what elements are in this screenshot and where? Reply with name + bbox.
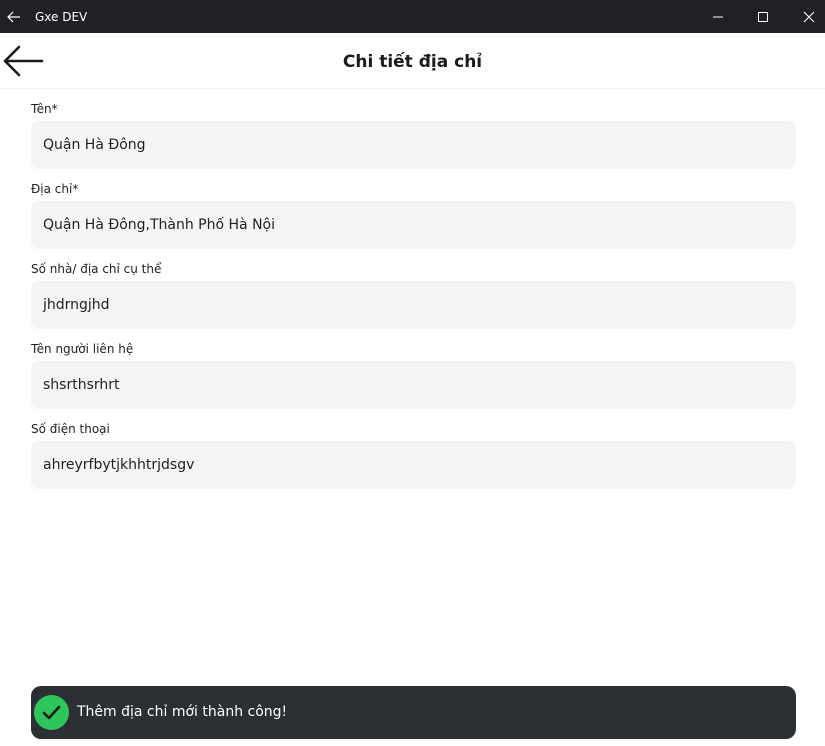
close-button[interactable]: [786, 0, 825, 33]
maximize-icon: [758, 12, 768, 22]
close-icon: [803, 11, 815, 23]
house-number-value: jhdrngjhd: [43, 297, 110, 313]
contact-name-value: shsrthsrhrt: [43, 377, 120, 393]
check-circle-icon: [34, 695, 69, 730]
success-toast: Thêm địa chỉ mới thành công!: [31, 686, 796, 739]
page-title: Chi tiết địa chỉ: [342, 52, 483, 72]
address-value: Quận Hà Đông,Thành Phố Hà Nội: [43, 217, 275, 233]
phone-value: ahreyrfbytjkhhtrjdsgv: [43, 457, 195, 473]
minimize-icon: [713, 16, 723, 18]
address-label: Địa chỉ*: [31, 182, 79, 196]
window-title: Gxe DEV: [35, 10, 88, 24]
contact-name-field[interactable]: shsrthsrhrt: [31, 361, 796, 409]
minimize-button[interactable]: [695, 0, 741, 33]
phone-label: Số điện thoại: [31, 422, 110, 436]
house-number-label: Số nhà/ địa chỉ cụ thể: [31, 262, 162, 276]
toast-message: Thêm địa chỉ mới thành công!: [77, 704, 288, 720]
titlebar-back-icon[interactable]: [4, 7, 24, 27]
address-field[interactable]: Quận Hà Đông,Thành Phố Hà Nội: [31, 201, 796, 249]
name-label: Tên*: [31, 102, 58, 116]
window-titlebar: Gxe DEV: [0, 0, 825, 33]
name-value: Quận Hà Đông: [43, 137, 146, 153]
name-field[interactable]: Quận Hà Đông: [31, 121, 796, 169]
house-number-field[interactable]: jhdrngjhd: [31, 281, 796, 329]
app-bar: Chi tiết địa chỉ: [0, 33, 825, 89]
phone-field[interactable]: ahreyrfbytjkhhtrjdsgv: [31, 441, 796, 489]
maximize-button[interactable]: [740, 0, 786, 33]
contact-name-label: Tên người liên hệ: [31, 342, 134, 356]
